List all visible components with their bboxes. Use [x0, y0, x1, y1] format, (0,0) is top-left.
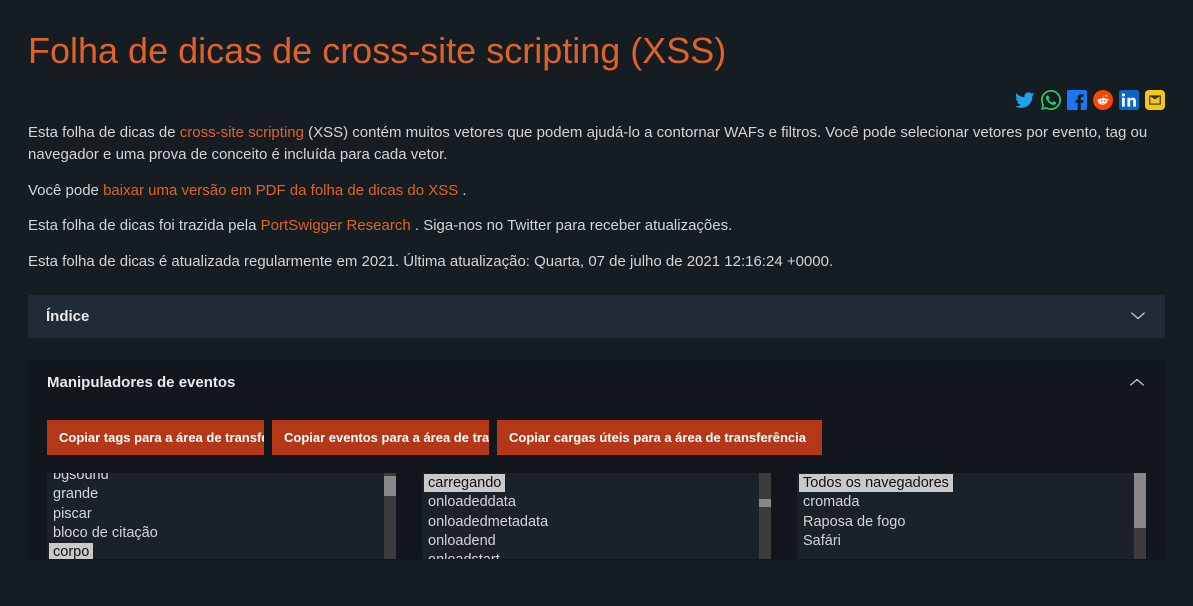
intro-paragraph-4: Esta folha de dicas é atualizada regular… — [28, 251, 1165, 273]
tags-select[interactable]: bgsound grande piscar bloco de citação corpo — [47, 473, 396, 559]
chevron-down-icon — [1129, 311, 1147, 321]
twitter-icon[interactable] — [1015, 90, 1035, 110]
copy-payloads-button[interactable]: Copiar cargas úteis para a área de trans… — [497, 420, 822, 455]
list-item[interactable]: carregando — [424, 474, 505, 492]
xss-link[interactable]: cross-site scripting — [180, 124, 304, 141]
list-item[interactable]: onloadeddata — [424, 494, 520, 510]
index-label: Índice — [46, 308, 89, 325]
pdf-download-link[interactable]: baixar uma versão em PDF da folha de dic… — [103, 182, 458, 199]
intro-paragraph-2: Você pode baixar uma versão em PDF da fo… — [28, 180, 1165, 202]
intro-paragraph-3: Esta folha de dicas foi trazida pela Por… — [28, 215, 1165, 237]
events-select[interactable]: carregando onloadeddata onloadedmetadata on… — [422, 473, 771, 559]
list-item[interactable]: bgsound — [49, 473, 113, 483]
handlers-panel: Manipuladores de eventos Copiar tags par… — [28, 360, 1165, 560]
list-item[interactable]: grande — [49, 486, 102, 502]
list-item[interactable]: bloco de citação — [49, 525, 162, 541]
share-row — [28, 90, 1165, 110]
facebook-icon[interactable] — [1067, 90, 1087, 110]
list-item[interactable]: cromada — [799, 494, 863, 510]
reddit-icon[interactable] — [1093, 90, 1113, 110]
list-item[interactable]: onloadedmetadata — [424, 514, 552, 530]
whatsapp-icon[interactable] — [1041, 90, 1061, 110]
chevron-up-icon — [1128, 377, 1146, 387]
page-title: Folha de dicas de cross-site scripting (… — [28, 30, 1165, 72]
browsers-select[interactable]: Todos os navegadores cromada Raposa de fog… — [797, 473, 1146, 559]
scrollbar-thumb[interactable] — [1134, 473, 1146, 528]
list-item[interactable]: Safári — [799, 533, 845, 549]
scrollbar-thumb[interactable] — [759, 499, 771, 507]
copy-events-button[interactable]: Copiar eventos para a área de transferên… — [272, 420, 489, 455]
list-item[interactable]: onloadstart — [424, 552, 504, 558]
linkedin-icon[interactable] — [1119, 90, 1139, 110]
copy-buttons-row: Copiar tags para a área de transferência… — [47, 420, 1146, 455]
scrollbar[interactable] — [759, 473, 771, 559]
list-item[interactable]: onloadend — [424, 533, 500, 549]
index-accordion[interactable]: Índice — [28, 295, 1165, 338]
handlers-label: Manipuladores de eventos — [47, 374, 235, 391]
list-item[interactable]: Raposa de fogo — [799, 514, 909, 530]
list-item[interactable]: corpo — [49, 543, 93, 558]
list-item[interactable]: Todos os navegadores — [799, 474, 953, 492]
scrollbar-thumb[interactable] — [384, 476, 396, 496]
handlers-accordion[interactable]: Manipuladores de eventos — [29, 361, 1164, 404]
intro-paragraph-1: Esta folha de dicas de cross-site script… — [28, 122, 1165, 166]
portswigger-link[interactable]: PortSwigger Research — [261, 217, 411, 234]
copy-tags-button[interactable]: Copiar tags para a área de transferência — [47, 420, 264, 455]
email-icon[interactable] — [1145, 90, 1165, 110]
list-item[interactable]: piscar — [49, 506, 96, 522]
